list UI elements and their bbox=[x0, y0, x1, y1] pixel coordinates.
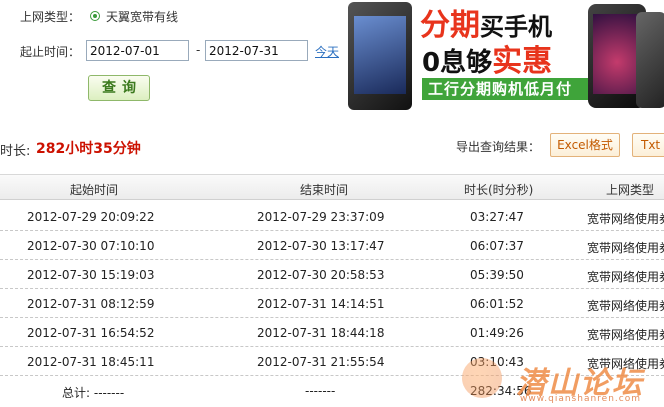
table-row: 2012-07-31 08:12:59 2012-07-31 14:14:51 … bbox=[0, 289, 664, 318]
total-end: ------- bbox=[305, 384, 336, 398]
date-range-label: 起止时间： bbox=[20, 45, 81, 59]
today-link[interactable]: 今天 bbox=[315, 43, 339, 60]
end-time-cell: 2012-07-31 21:55:54 bbox=[257, 355, 385, 369]
duration-value: 282小时35分钟 bbox=[36, 141, 141, 157]
query-button[interactable]: 查询 bbox=[88, 75, 150, 101]
ad-banner[interactable]: 分期买手机 0息够实惠 工行分期购机低月付 bbox=[340, 0, 664, 116]
start-time-cell: 2012-07-29 20:09:22 bbox=[27, 210, 155, 224]
duration-cell: 03:27:47 bbox=[470, 210, 524, 224]
excel-export-button[interactable]: Excel格式 bbox=[550, 133, 620, 157]
txt-export-button[interactable]: Txt bbox=[632, 133, 664, 157]
end-time-cell: 2012-07-30 13:17:47 bbox=[257, 239, 385, 253]
start-time-cell: 2012-07-31 08:12:59 bbox=[27, 297, 155, 311]
access-type-cell: 宽带网络使用券 bbox=[587, 212, 664, 226]
end-time-cell: 2012-07-31 14:14:51 bbox=[257, 297, 385, 311]
table-row: 2012-07-31 16:54:52 2012-07-31 18:44:18 … bbox=[0, 318, 664, 347]
total-label: 总计: ------- bbox=[62, 386, 125, 400]
watermark-url: www.qianshanren.com bbox=[520, 394, 641, 404]
duration-cell: 01:49:26 bbox=[470, 326, 524, 340]
duration-cell: 05:39:50 bbox=[470, 268, 524, 282]
table-row: 2012-07-30 15:19:03 2012-07-30 20:58:53 … bbox=[0, 260, 664, 289]
header-access-type: 上网类型 bbox=[606, 183, 655, 197]
access-type-option[interactable]: 天翼宽带有线 bbox=[106, 8, 178, 25]
start-date-input[interactable] bbox=[86, 40, 189, 61]
access-type-cell: 宽带网络使用券 bbox=[587, 270, 664, 284]
header-start-time: 起始时间 bbox=[70, 183, 119, 197]
watermark-logo-icon bbox=[462, 358, 502, 398]
end-time-cell: 2012-07-31 18:44:18 bbox=[257, 326, 385, 340]
duration-cell: 06:07:37 bbox=[470, 239, 524, 253]
start-time-cell: 2012-07-30 07:10:10 bbox=[27, 239, 155, 253]
phone-image bbox=[348, 2, 412, 110]
table-row: 2012-07-29 20:09:22 2012-07-29 23:37:09 … bbox=[0, 202, 664, 231]
date-separator: - bbox=[196, 43, 201, 57]
end-time-cell: 2012-07-29 23:37:09 bbox=[257, 210, 385, 224]
start-time-cell: 2012-07-31 16:54:52 bbox=[27, 326, 155, 340]
duration-cell: 06:01:52 bbox=[470, 297, 524, 311]
ad-line2-black: 0息够 bbox=[422, 48, 493, 78]
end-date-input[interactable] bbox=[205, 40, 308, 61]
table-row: 2012-07-30 07:10:10 2012-07-30 13:17:47 … bbox=[0, 231, 664, 260]
header-end-time: 结束时间 bbox=[300, 183, 349, 197]
start-time-cell: 2012-07-30 15:19:03 bbox=[27, 268, 155, 282]
ad-strip: 工行分期购机低月付 bbox=[422, 78, 596, 100]
phone-image bbox=[636, 12, 664, 108]
forum-watermark: 潜山论坛 www.qianshanren.com bbox=[462, 356, 664, 407]
access-type-cell: 宽带网络使用券 bbox=[587, 328, 664, 342]
duration-label: 时长: bbox=[0, 144, 31, 159]
ad-line2-red: 实惠 bbox=[492, 44, 553, 79]
header-duration: 时长(时分秒) bbox=[464, 183, 534, 197]
export-label: 导出查询结果： bbox=[456, 140, 541, 154]
table-header: 起始时间 结束时间 时长(时分秒) 上网类型 bbox=[0, 174, 664, 200]
access-type-cell: 宽带网络使用券 bbox=[587, 299, 664, 313]
access-type-cell: 宽带网络使用券 bbox=[587, 241, 664, 255]
start-time-cell: 2012-07-31 18:45:11 bbox=[27, 355, 155, 369]
access-type-radio[interactable] bbox=[90, 11, 100, 21]
end-time-cell: 2012-07-30 20:58:53 bbox=[257, 268, 385, 282]
access-type-label: 上网类型： bbox=[20, 10, 81, 24]
ad-headline-2: 0息够实惠 bbox=[422, 36, 552, 80]
